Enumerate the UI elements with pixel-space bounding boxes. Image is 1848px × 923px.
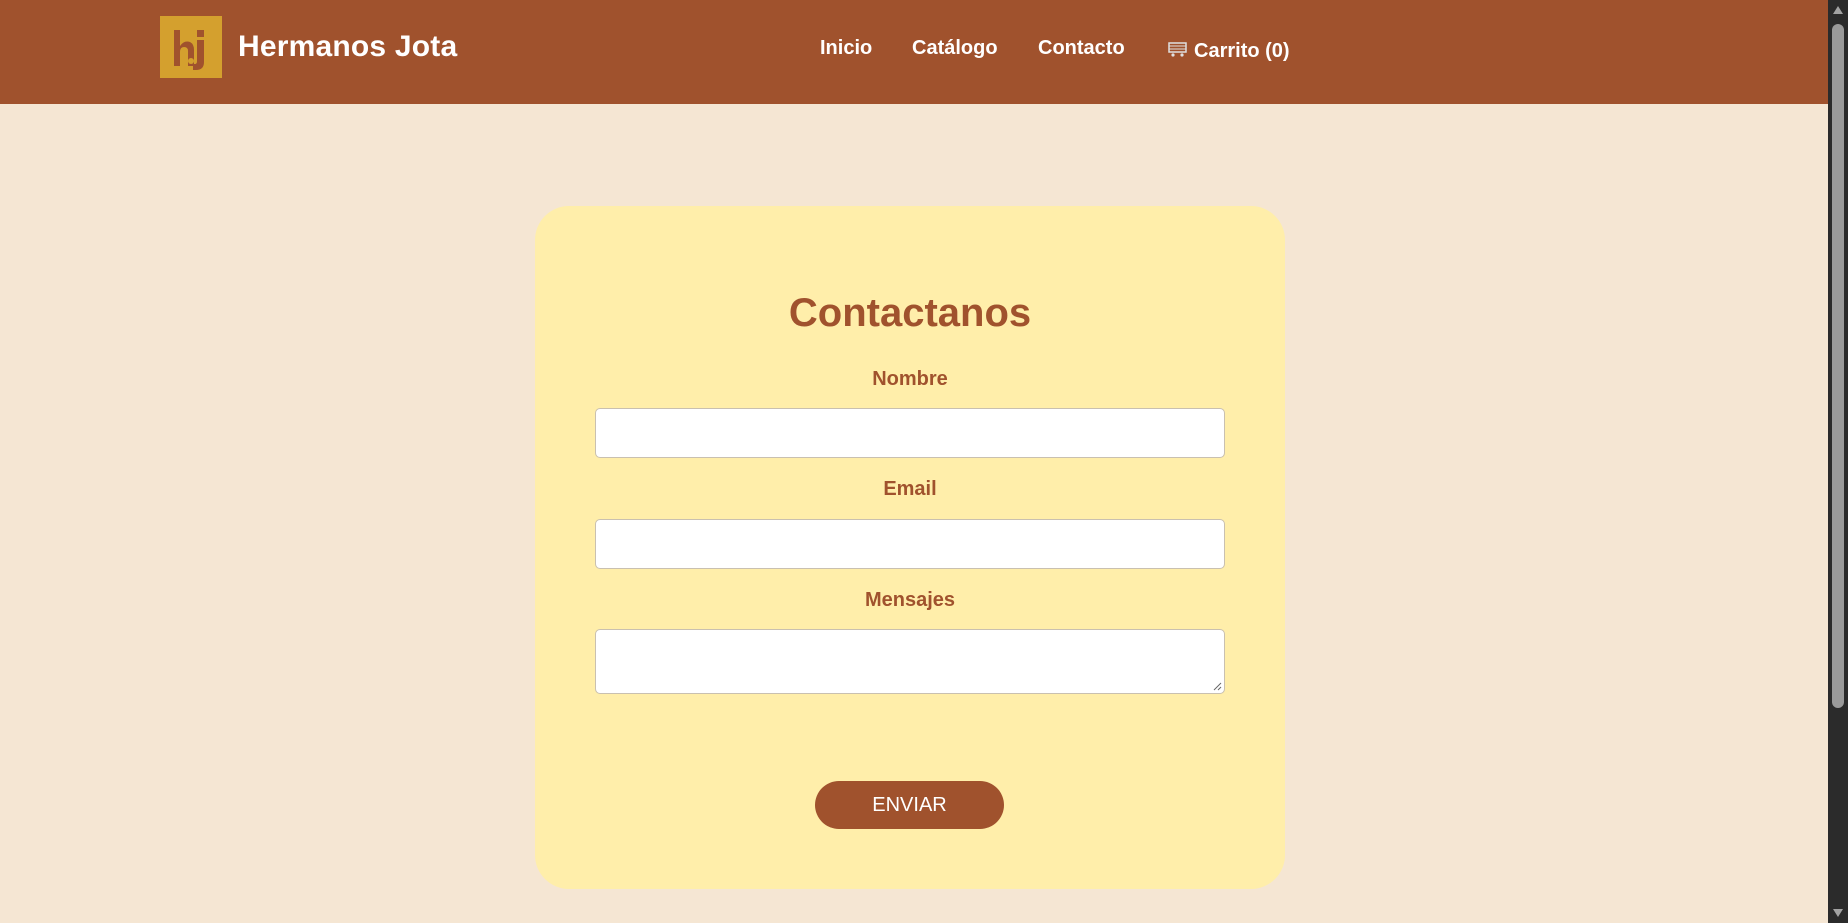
- email-label: Email: [883, 478, 937, 500]
- nav-link-contacto[interactable]: Contacto: [1038, 37, 1125, 60]
- cart-label: Carrito (0): [1194, 40, 1290, 62]
- message-label: Mensajes: [864, 589, 956, 611]
- scroll-up-icon[interactable]: [1833, 6, 1843, 14]
- nav-link-catalogo[interactable]: Catálogo: [912, 37, 998, 60]
- name-label: Nombre: [872, 368, 948, 390]
- cart-icon: [1168, 40, 1188, 63]
- scroll-thumb[interactable]: [1832, 24, 1844, 708]
- brand-logo-icon[interactable]: [160, 16, 222, 78]
- submit-button[interactable]: ENVIAR: [815, 781, 1004, 829]
- contact-form-card: Contactanos Nombre Email Mensajes ENVIAR: [535, 206, 1285, 889]
- resize-handle-icon[interactable]: [1212, 681, 1222, 691]
- scroll-down-icon[interactable]: [1833, 909, 1843, 917]
- name-input[interactable]: [595, 408, 1225, 458]
- vertical-scrollbar[interactable]: [1828, 0, 1848, 923]
- page-title: Contactanos: [788, 291, 1032, 335]
- cart-link[interactable]: Carrito (0): [1168, 40, 1290, 63]
- site-header: Hermanos Jota Inicio Catálogo Contacto C…: [0, 0, 1828, 104]
- message-textarea[interactable]: [595, 629, 1225, 694]
- nav-link-inicio[interactable]: Inicio: [820, 37, 872, 60]
- brand-name[interactable]: Hermanos Jota: [238, 30, 457, 64]
- email-input[interactable]: [595, 519, 1225, 569]
